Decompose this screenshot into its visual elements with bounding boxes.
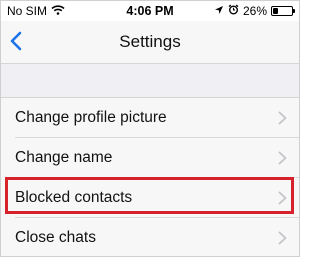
list-item-label: Change name (15, 149, 113, 166)
page-title: Settings (119, 32, 181, 51)
location-icon (214, 4, 224, 18)
settings-list: Change profile picture Change name Block… (1, 98, 299, 256)
chevron-right-icon (278, 111, 287, 125)
battery-level (273, 8, 278, 14)
list-item-label: Blocked contacts (15, 189, 133, 206)
status-right: 26% (214, 4, 295, 18)
list-item-label: Change profile picture (15, 109, 167, 126)
list-item-close-chats[interactable]: Close chats (1, 218, 299, 256)
chevron-right-icon (278, 231, 287, 245)
section-header (1, 64, 299, 97)
alarm-icon (228, 4, 239, 18)
navigation-bar: Settings (1, 21, 299, 63)
list-item-change-profile-picture[interactable]: Change profile picture (1, 98, 299, 138)
battery-percent: 26% (242, 4, 267, 18)
screen: No SIM 4:06 PM 26% Settings Change profi… (0, 0, 300, 257)
chevron-right-icon (278, 151, 287, 165)
battery-icon (271, 6, 295, 16)
list-item-change-name[interactable]: Change name (1, 138, 299, 178)
status-bar: No SIM 4:06 PM 26% (1, 1, 299, 21)
list-item-blocked-contacts[interactable]: Blocked contacts (1, 178, 299, 218)
list-item-label: Close chats (15, 229, 96, 246)
chevron-right-icon (278, 191, 287, 205)
